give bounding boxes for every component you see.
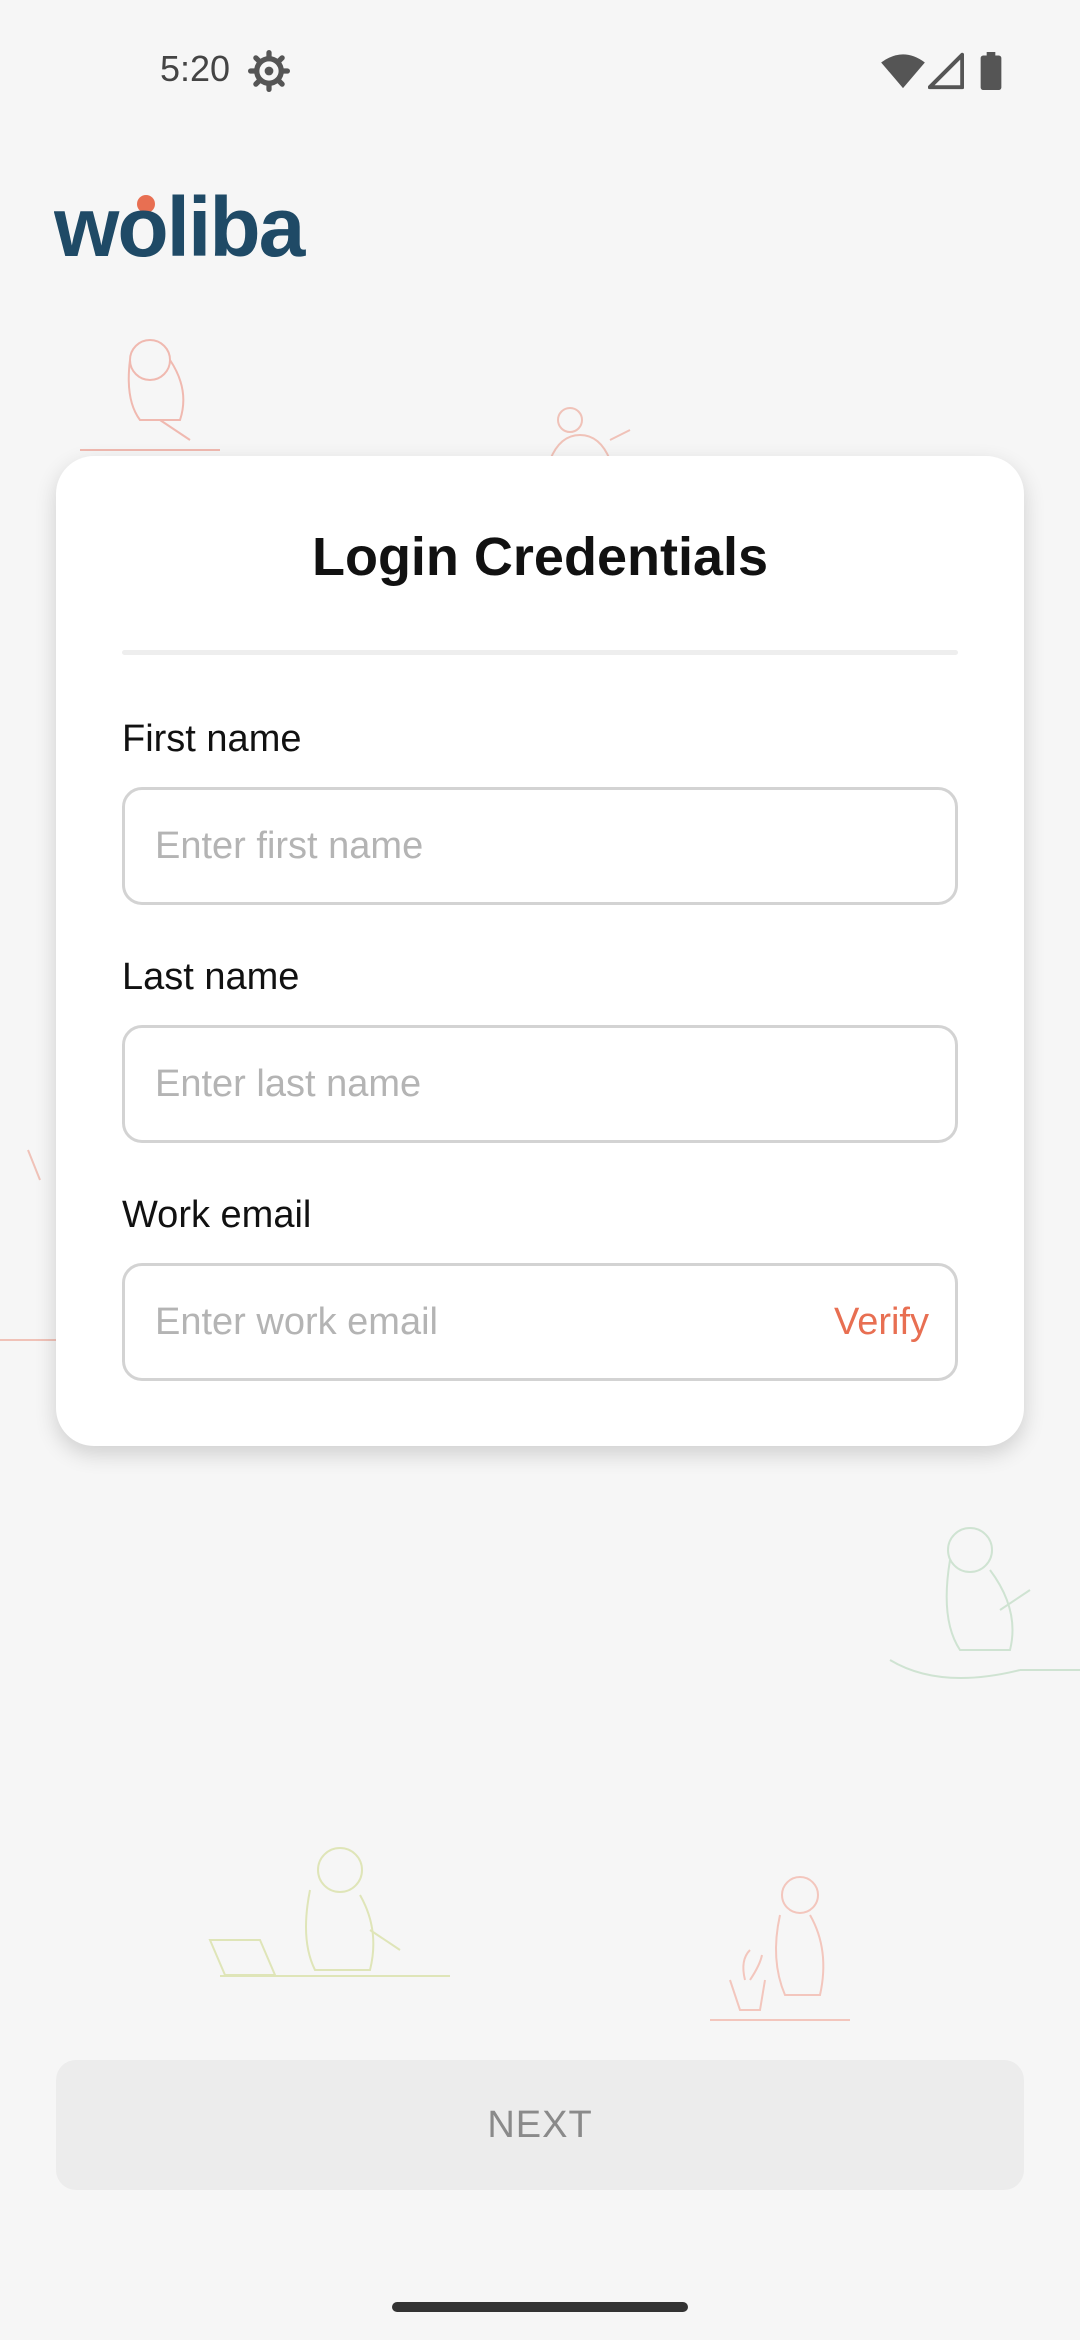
first-name-label: First name xyxy=(122,718,302,760)
svg-text:woliba: woliba xyxy=(54,180,307,268)
background-illustration-left-edge xyxy=(0,1149,60,1341)
settings-icon xyxy=(248,50,290,92)
status-bar: 5:20 xyxy=(0,0,1080,140)
work-email-label: Work email xyxy=(122,1194,312,1236)
status-time: 5:20 xyxy=(160,48,231,89)
battery-icon xyxy=(980,52,1002,90)
title-divider xyxy=(122,650,958,655)
first-name-field[interactable] xyxy=(122,787,958,905)
woliba-logo: woliba xyxy=(54,180,309,268)
background-illustration-woman-eating xyxy=(889,1527,1080,1679)
next-button[interactable]: NEXT xyxy=(56,2060,1024,2190)
last-name-input[interactable] xyxy=(155,1028,715,1140)
last-name-label: Last name xyxy=(122,956,300,998)
login-credentials-screen: 5:20 woliba Login Credentials First name… xyxy=(0,0,1080,2340)
background-illustration-man-laptop xyxy=(208,1847,450,1977)
signal-icon xyxy=(928,52,964,90)
background-illustration-person-top xyxy=(549,407,631,460)
login-credentials-card: Login Credentials First name Last name W… xyxy=(56,456,1024,1446)
work-email-input[interactable] xyxy=(155,1266,715,1378)
wifi-icon xyxy=(881,54,925,89)
first-name-input[interactable] xyxy=(155,790,715,902)
home-indicator[interactable] xyxy=(392,2302,688,2312)
last-name-field[interactable] xyxy=(122,1025,958,1143)
verify-email-button[interactable]: Verify xyxy=(834,1266,929,1378)
card-title: Login Credentials xyxy=(311,527,769,587)
background-illustration-woman-cooking xyxy=(80,339,220,451)
work-email-field[interactable]: Verify xyxy=(122,1263,958,1381)
background-illustration-woman-plant xyxy=(710,1876,850,2021)
